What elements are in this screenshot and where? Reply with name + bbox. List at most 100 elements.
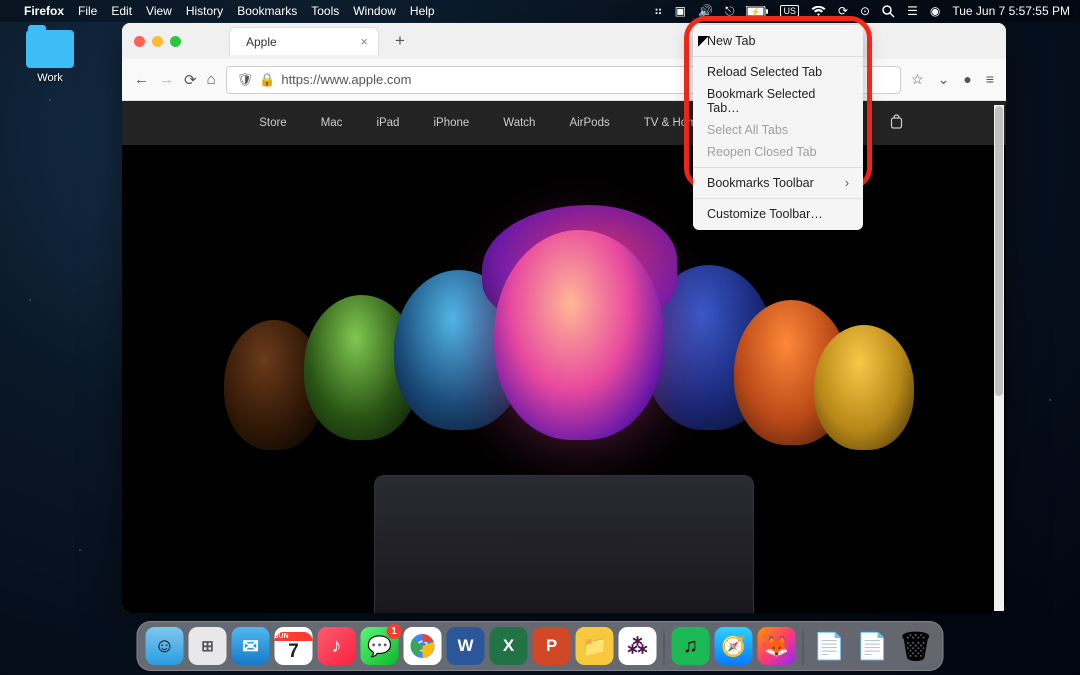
firefox-window: Apple × + ← → ⟳ ⌂ 🛡 🔒 https://www.apple.… — [122, 23, 1006, 613]
home-button[interactable]: ⌂ — [207, 71, 216, 88]
apple-site-nav: Store Mac iPad iPhone Watch AirPods TV &… — [122, 101, 1006, 145]
menu-tools[interactable]: Tools — [311, 4, 339, 18]
menu-customize-toolbar[interactable]: Customize Toolbar… — [693, 203, 863, 225]
memoji-graphic — [494, 230, 664, 440]
wifi-icon[interactable] — [811, 6, 826, 17]
dock-music[interactable]: ♪ — [318, 627, 356, 665]
macos-menubar: Firefox File Edit View History Bookmarks… — [0, 0, 1080, 22]
menu-select-all-tabs: Select All Tabs — [693, 119, 863, 141]
nav-mac[interactable]: Mac — [321, 117, 343, 129]
maximize-window-button[interactable] — [170, 36, 181, 47]
dock-mail[interactable]: ✉ — [232, 627, 270, 665]
menu-window[interactable]: Window — [353, 4, 396, 18]
dock-document[interactable]: 📄 — [811, 627, 849, 665]
tab-title: Apple — [246, 35, 277, 49]
nav-store[interactable]: Store — [259, 117, 287, 129]
tab-close-button[interactable]: × — [360, 34, 368, 49]
nav-iphone[interactable]: iPhone — [433, 117, 469, 129]
browser-tab[interactable]: Apple × — [229, 27, 379, 55]
dock-excel[interactable]: X — [490, 627, 528, 665]
menu-bookmarks[interactable]: Bookmarks — [237, 4, 297, 18]
close-window-button[interactable] — [134, 36, 145, 47]
url-text: https://www.apple.com — [281, 72, 411, 87]
back-button[interactable]: ← — [134, 71, 149, 88]
dock-powerpoint[interactable]: P — [533, 627, 571, 665]
volume-icon[interactable]: 🔊 — [698, 4, 713, 18]
dock-document[interactable]: 📄 — [854, 627, 892, 665]
menu-reload-selected-tab[interactable]: Reload Selected Tab — [693, 61, 863, 83]
scrollbar-thumb[interactable] — [995, 106, 1003, 396]
nav-airpods[interactable]: AirPods — [569, 117, 609, 129]
search-icon[interactable] — [882, 5, 895, 18]
menu-help[interactable]: Help — [410, 4, 435, 18]
menu-separator — [693, 56, 863, 57]
control-center-icon[interactable]: ☰ — [907, 4, 918, 18]
menu-item-label: Bookmarks Toolbar — [707, 176, 814, 190]
input-source-icon[interactable]: US — [780, 5, 799, 17]
sync-icon[interactable]: ⟳ — [838, 4, 848, 18]
macos-dock: ☺ ⊞ ✉ JUN 7 ♪ 💬1 W X P 📁 ⁂ ♫ 🧭 🦊 📄 📄 🗑 — [137, 621, 944, 671]
dock-calendar[interactable]: JUN 7 — [275, 627, 313, 665]
dock-messages[interactable]: 💬1 — [361, 627, 399, 665]
new-tab-button[interactable]: + — [387, 31, 413, 51]
desktop: Firefox File Edit View History Bookmarks… — [0, 0, 1080, 675]
bluetooth-icon[interactable]: ⎋ — [725, 4, 735, 19]
shield-icon[interactable]: 🛡 — [237, 72, 254, 88]
nav-ipad[interactable]: iPad — [376, 117, 399, 129]
desktop-folder-work[interactable]: Work — [20, 30, 80, 84]
calendar-day: 7 — [288, 641, 299, 661]
chevron-right-icon: › — [845, 176, 849, 190]
calendar-month: JUN — [275, 632, 313, 641]
tab-context-menu: New Tab Reload Selected Tab Bookmark Sel… — [693, 25, 863, 230]
menu-edit[interactable]: Edit — [111, 4, 132, 18]
dock-spotify[interactable]: ♫ — [672, 627, 710, 665]
folder-label: Work — [20, 72, 80, 84]
mouse-cursor-icon: ◤ — [698, 32, 709, 49]
video-icon[interactable]: ▣ — [675, 4, 686, 18]
dock-launchpad[interactable]: ⊞ — [189, 627, 227, 665]
page-scrollbar[interactable] — [994, 105, 1004, 611]
menu-history[interactable]: History — [186, 4, 223, 18]
dock-safari[interactable]: 🧭 — [715, 627, 753, 665]
tab-bar[interactable]: Apple × + — [122, 23, 1006, 59]
battery-icon[interactable]: ⚡ — [746, 6, 768, 17]
dock-slack[interactable]: ⁂ — [619, 627, 657, 665]
hamburger-menu-icon[interactable]: ≡ — [986, 71, 994, 88]
reload-button[interactable]: ⟳ — [184, 71, 197, 89]
nav-bag-icon[interactable] — [890, 114, 903, 132]
folder-icon — [26, 30, 74, 68]
menu-reopen-closed-tab: Reopen Closed Tab — [693, 141, 863, 163]
menu-separator — [693, 167, 863, 168]
dock-word[interactable]: W — [447, 627, 485, 665]
window-controls — [134, 36, 181, 47]
menu-file[interactable]: File — [78, 4, 97, 18]
memoji-graphic — [814, 325, 914, 450]
dock-finder[interactable]: ☺ — [146, 627, 184, 665]
bookmark-star-icon[interactable]: ☆ — [911, 71, 924, 88]
svg-text:⚡: ⚡ — [751, 6, 761, 16]
url-toolbar: ← → ⟳ ⌂ 🛡 🔒 https://www.apple.com ☆ ⌄ ● … — [122, 59, 1006, 101]
menubar-clock[interactable]: Tue Jun 7 5:57:55 PM — [952, 4, 1070, 18]
dock-separator — [803, 631, 804, 665]
menu-bookmarks-toolbar[interactable]: Bookmarks Toolbar › — [693, 172, 863, 194]
menu-view[interactable]: View — [146, 4, 172, 18]
dock-folder[interactable]: 📁 — [576, 627, 614, 665]
account-icon[interactable]: ● — [963, 71, 971, 88]
menu-bookmark-selected-tab[interactable]: Bookmark Selected Tab… — [693, 83, 863, 119]
dropbox-icon[interactable]: ⠶ — [654, 4, 663, 18]
update-icon[interactable]: ⊙ — [860, 4, 870, 18]
dock-trash[interactable]: 🗑 — [897, 627, 935, 665]
menu-separator — [693, 198, 863, 199]
dock-separator — [664, 631, 665, 665]
menubar-app-name[interactable]: Firefox — [24, 4, 64, 18]
minimize-window-button[interactable] — [152, 36, 163, 47]
nav-watch[interactable]: Watch — [503, 117, 535, 129]
siri-icon[interactable]: ◉ — [930, 4, 940, 18]
dock-chrome[interactable] — [404, 627, 442, 665]
apple-hero-image — [122, 145, 1006, 613]
pocket-icon[interactable]: ⌄ — [938, 71, 950, 88]
forward-button[interactable]: → — [159, 71, 174, 88]
dock-firefox[interactable]: 🦊 — [758, 627, 796, 665]
lock-icon[interactable]: 🔒 — [259, 72, 275, 88]
menu-new-tab[interactable]: New Tab — [693, 30, 863, 52]
